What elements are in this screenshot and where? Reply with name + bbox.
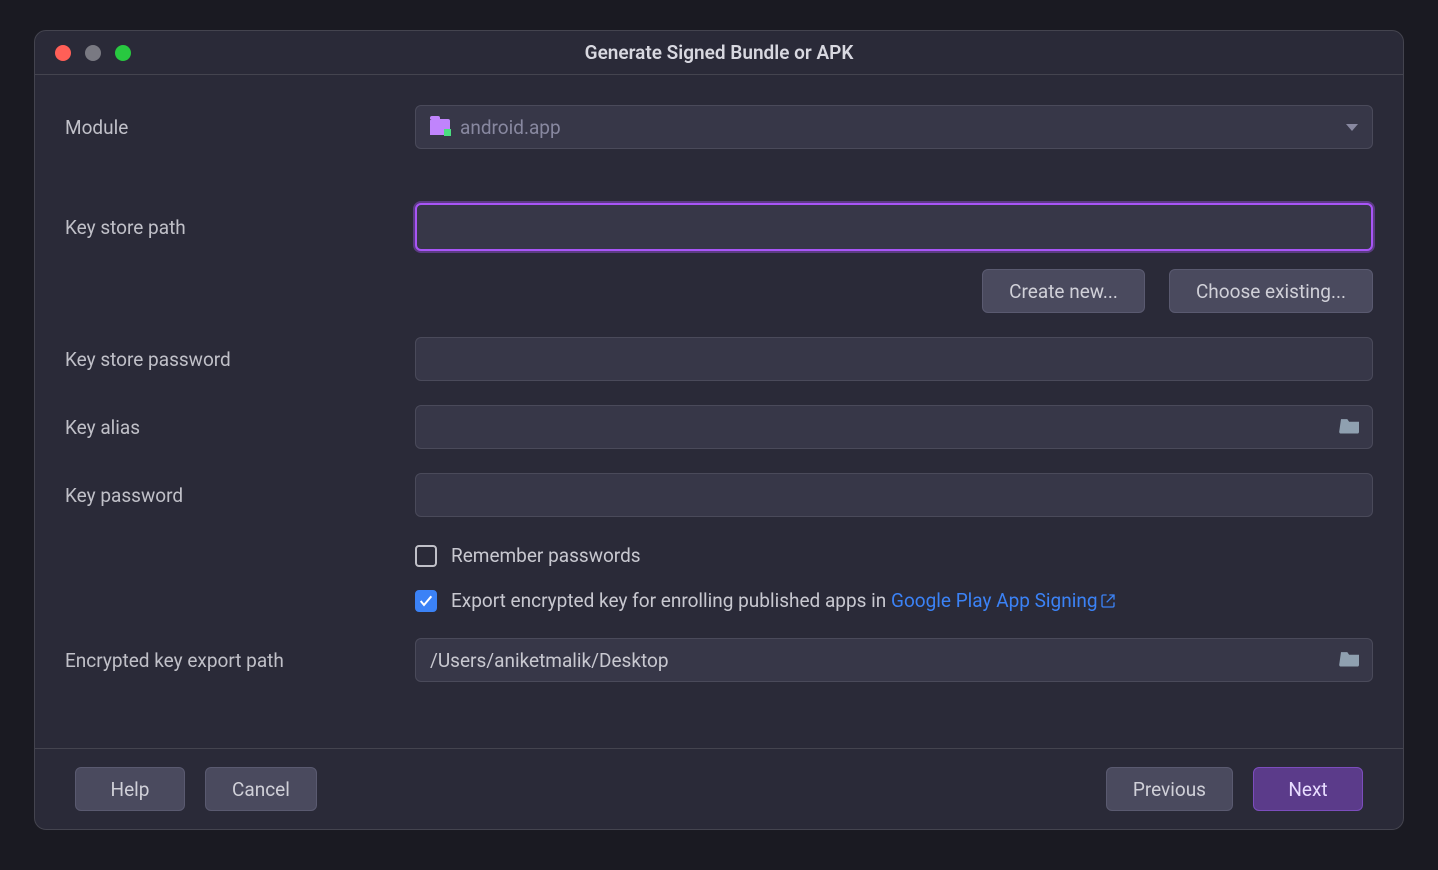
choose-existing-button[interactable]: Choose existing...	[1169, 269, 1373, 313]
cancel-button[interactable]: Cancel	[205, 767, 317, 811]
module-folder-icon	[430, 119, 450, 135]
export-encrypted-checkbox[interactable]	[415, 590, 437, 612]
window-controls	[35, 45, 131, 61]
export-encrypted-row[interactable]: Export encrypted key for enrolling publi…	[415, 588, 1373, 615]
module-label: Module	[65, 105, 415, 149]
module-value: android.app	[460, 116, 561, 139]
create-new-button[interactable]: Create new...	[982, 269, 1145, 313]
chevron-down-icon	[1346, 124, 1358, 131]
key-alias-label: Key alias	[65, 405, 415, 449]
next-button[interactable]: Next	[1253, 767, 1363, 811]
close-window-button[interactable]	[55, 45, 71, 61]
dialog-generate-signed-bundle: Generate Signed Bundle or APK Module and…	[34, 30, 1404, 830]
key-password-input[interactable]	[415, 473, 1373, 517]
encrypted-export-path-label: Encrypted key export path	[65, 638, 415, 682]
key-password-label: Key password	[65, 473, 415, 517]
minimize-window-button[interactable]	[85, 45, 101, 61]
module-dropdown[interactable]: android.app	[415, 105, 1373, 149]
google-play-signing-link[interactable]: Google Play App Signing	[891, 589, 1098, 612]
keystore-path-actions: Create new... Choose existing...	[415, 269, 1373, 313]
titlebar: Generate Signed Bundle or APK	[35, 31, 1403, 75]
remember-passwords-label: Remember passwords	[451, 543, 641, 570]
encrypted-export-path-input[interactable]: /Users/aniketmalik/Desktop	[415, 638, 1373, 682]
dialog-content: Module android.app Key store path Create…	[35, 75, 1403, 748]
external-link-icon	[1098, 589, 1116, 612]
keystore-path-input[interactable]	[415, 203, 1373, 251]
folder-open-icon[interactable]	[1339, 649, 1361, 672]
remember-passwords-row[interactable]: Remember passwords	[415, 543, 1373, 570]
key-alias-input[interactable]	[415, 405, 1373, 449]
keystore-password-label: Key store password	[65, 337, 415, 381]
help-button[interactable]: Help	[75, 767, 185, 811]
export-encrypted-label: Export encrypted key for enrolling publi…	[451, 588, 1116, 615]
dialog-footer: Help Cancel Previous Next	[35, 748, 1403, 829]
remember-passwords-checkbox[interactable]	[415, 545, 437, 567]
dialog-title: Generate Signed Bundle or APK	[35, 41, 1403, 64]
folder-open-icon[interactable]	[1339, 416, 1361, 439]
previous-button[interactable]: Previous	[1106, 767, 1233, 811]
keystore-password-input[interactable]	[415, 337, 1373, 381]
keystore-path-label: Key store path	[65, 205, 415, 249]
maximize-window-button[interactable]	[115, 45, 131, 61]
